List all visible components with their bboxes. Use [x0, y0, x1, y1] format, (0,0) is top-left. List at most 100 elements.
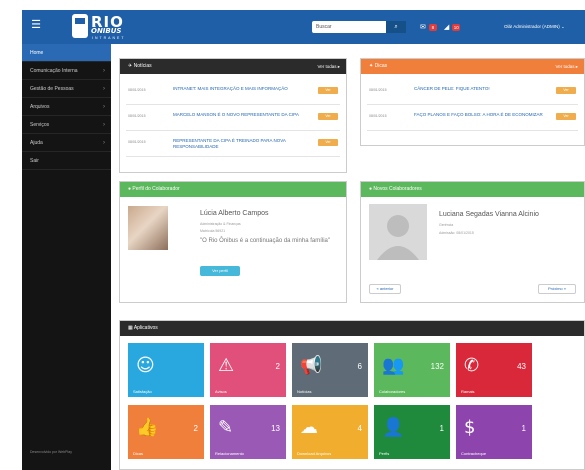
- view-item-button[interactable]: Ver: [556, 113, 576, 120]
- chevron-right-icon: ›: [103, 122, 105, 128]
- app-tile[interactable]: 👤 1 Perfis: [374, 405, 450, 459]
- profile-quote: "O Rio Ônibus é a continuação da minha f…: [200, 238, 330, 244]
- view-item-button[interactable]: Ver: [556, 87, 576, 94]
- item-date: 08/01/2015: [128, 114, 146, 118]
- chevron-right-icon: ›: [103, 104, 105, 110]
- app-tile[interactable]: ☁ 4 Download Arquivos: [292, 405, 368, 459]
- sidebar-item[interactable]: Gestão de Pessoas ›: [22, 80, 111, 98]
- app-tile[interactable]: 👍 2 Dicas: [128, 405, 204, 459]
- tile-label: Contracheque: [461, 451, 487, 456]
- thumbs-up-icon: 👍: [136, 417, 159, 438]
- person-silhouette-icon: [377, 215, 419, 260]
- app-tile[interactable]: $1 Contracheque: [456, 405, 532, 459]
- logo-onibus: ÔNIBUS: [91, 27, 122, 35]
- view-profile-button[interactable]: Ver perfil: [200, 266, 240, 276]
- view-item-button[interactable]: Ver: [318, 87, 338, 94]
- list-item: 08/01/2015 REPRESENTANTE DA CIPA É TREINA…: [126, 131, 340, 157]
- tile-count: 1: [521, 424, 526, 433]
- sidebar-item[interactable]: Serviços ›: [22, 116, 111, 134]
- profile-name: Lúcia Alberto Campos: [200, 210, 269, 217]
- sidebar-item[interactable]: Comunicação Interna ›: [22, 62, 111, 80]
- new-staff-panel-header: ● Novos Colaboradores: [361, 182, 584, 197]
- users-icon: 👥: [382, 355, 405, 376]
- tile-label: Ramais: [461, 389, 475, 394]
- messages-badge: 8: [428, 23, 437, 31]
- app-tile[interactable]: ☺ Satisfação: [128, 343, 204, 397]
- chevron-right-icon: ›: [103, 68, 105, 74]
- dollar-icon: $: [464, 417, 476, 438]
- next-button[interactable]: Próximo »: [538, 284, 576, 294]
- cloud-upload-icon: ☁: [300, 417, 318, 438]
- search-input[interactable]: [312, 21, 384, 33]
- tile-count: 1: [439, 424, 444, 433]
- news-panel: ✈ Notícias Ver todas ▸ 08/01/2015 INTRANE…: [119, 58, 347, 173]
- list-item: 08/01/2015 INTRANET: MAIS INTEGRAÇÃO E MA…: [126, 79, 340, 105]
- sidebar-item-label: Comunicação Interna: [30, 68, 78, 74]
- alerts-badge: 10: [452, 23, 461, 31]
- item-title-link[interactable]: REPRESENTANTE DA CIPA É TREINADO PARA NO…: [173, 138, 308, 150]
- item-date: 08/01/2015: [128, 140, 146, 144]
- profile-registration: Matrícula 56921: [200, 229, 226, 233]
- sidebar-item[interactable]: Ajuda ›: [22, 134, 111, 152]
- new-staff-name: Luciana Segadas Vianna Alcinio: [439, 211, 539, 218]
- app-tile[interactable]: ✆ 43 Ramais: [456, 343, 532, 397]
- news-see-all-link[interactable]: Ver todas ▸: [317, 59, 340, 74]
- sidebar-item[interactable]: Sair: [22, 152, 111, 170]
- item-date: 08/01/2015: [128, 88, 146, 92]
- sidebar: Home Comunicação Interna › Gestão de Pessoa…: [22, 44, 111, 470]
- app-tile[interactable]: ⚠ 2 Avisos: [210, 343, 286, 397]
- avatar-placeholder: [369, 204, 427, 260]
- sidebar-item-label: Gestão de Pessoas: [30, 86, 74, 92]
- warning-icon: ⚠: [218, 355, 235, 376]
- tile-count: 132: [430, 362, 444, 371]
- list-item: 08/01/2015 CÂNCER DE PELE: FIQUE ATENTO! V…: [367, 79, 578, 105]
- app-tile[interactable]: 📢 6 Notícias: [292, 343, 368, 397]
- tile-count: 2: [275, 362, 280, 371]
- new-staff-panel-title: Novos Colaboradores: [373, 186, 422, 192]
- chevron-right-icon: ›: [103, 86, 105, 92]
- messages-icon[interactable]: ✉: [420, 23, 426, 31]
- search-button[interactable]: ⌕: [386, 21, 406, 33]
- item-title-link[interactable]: FAÇO PLANOS E FAÇO BOLSO: A HORA É DE EC…: [414, 112, 549, 118]
- tile-label: Satisfação: [133, 389, 152, 394]
- tile-count: 4: [357, 424, 362, 433]
- search-icon: ⌕: [394, 24, 398, 30]
- megaphone-icon: 📢: [300, 355, 323, 376]
- tile-label: Colaboradores: [379, 389, 406, 394]
- logo-intranet: INTRANET: [92, 36, 126, 40]
- profile-panel-title: Perfil do Colaborador: [132, 186, 180, 192]
- item-title-link[interactable]: MARCELO MANSON É O NOVO REPRESENTANTE DA…: [173, 112, 308, 118]
- sidebar-item-label: Arquivos: [30, 104, 50, 110]
- tile-label: Notícias: [297, 389, 312, 394]
- smile-icon: ☺: [136, 355, 155, 376]
- view-item-button[interactable]: Ver: [318, 139, 338, 146]
- chevron-right-icon: ›: [103, 140, 105, 146]
- menu-toggle-button[interactable]: ☰: [29, 18, 43, 32]
- tips-see-all-link[interactable]: Ver todas ▸: [555, 59, 578, 74]
- tile-label: Perfis: [379, 451, 390, 456]
- signal-icon[interactable]: ◢: [444, 23, 449, 31]
- tile-count: 2: [193, 424, 198, 433]
- item-title-link[interactable]: CÂNCER DE PELE: FIQUE ATENTO!: [414, 86, 549, 92]
- view-item-button[interactable]: Ver: [318, 113, 338, 120]
- user-icon: 👤: [382, 417, 405, 438]
- tile-count: 43: [517, 362, 526, 371]
- app-tile[interactable]: ✎ 13 Relacionamento: [210, 405, 286, 459]
- profile-panel-header: ● Perfil do Colaborador: [120, 182, 346, 197]
- apps-panel: ▦ Aplicativos ☺ Satisfação ⚠ 2 Avisos 📢 6 Notíc…: [119, 320, 585, 470]
- tile-label: Avisos: [215, 389, 227, 394]
- new-staff-role: Gerência: [439, 223, 454, 227]
- tips-panel-header: ✦ Dicas Ver todas ▸: [361, 59, 584, 74]
- notification-area: ✉ 8 ◢ 10: [420, 21, 461, 33]
- user-menu[interactable]: Olá! Administrador (ADMIN) ⌄: [504, 24, 565, 30]
- previous-button[interactable]: « anterior: [369, 284, 401, 294]
- tips-panel: ✦ Dicas Ver todas ▸ 08/01/2015 CÂNCER DE …: [360, 58, 585, 146]
- app-tile[interactable]: 👥 132 Colaboradores: [374, 343, 450, 397]
- sidebar-item[interactable]: Arquivos ›: [22, 98, 111, 116]
- item-date: 08/01/2015: [369, 114, 387, 118]
- sidebar-item[interactable]: Home: [22, 44, 111, 62]
- item-title-link[interactable]: INTRANET: MAIS INTEGRAÇÃO E MAIS INFORMA…: [173, 86, 308, 92]
- logo[interactable]: RIO ÔNIBUS INTRANET: [72, 13, 130, 41]
- news-panel-title: Notícias: [133, 63, 152, 69]
- profile-photo[interactable]: [128, 206, 168, 250]
